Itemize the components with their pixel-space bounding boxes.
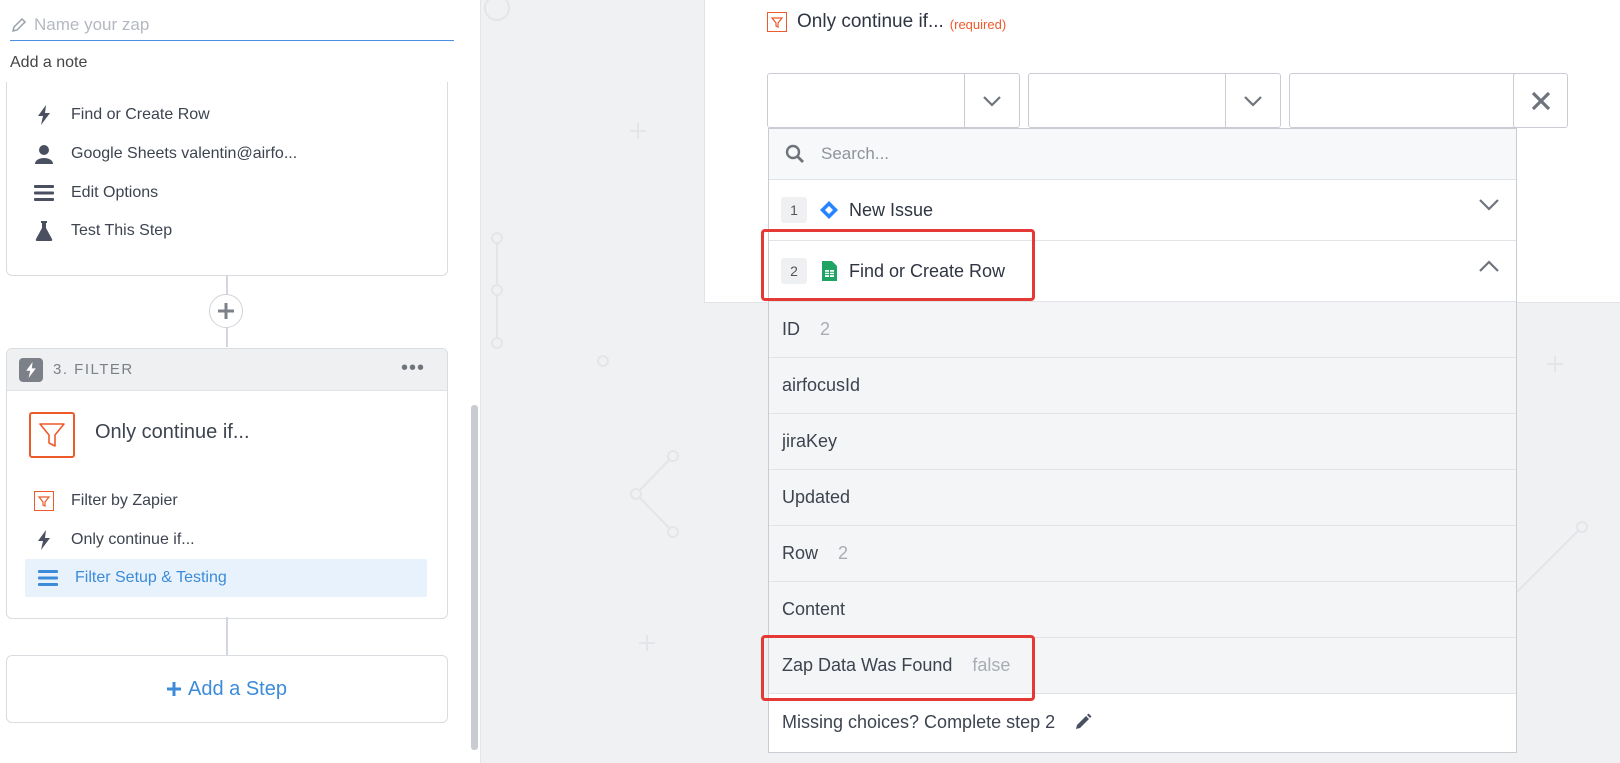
close-icon: [1531, 91, 1550, 110]
dropdown-option[interactable]: Updated: [769, 470, 1516, 526]
step-3-title: 3. FILTER: [53, 361, 134, 378]
plus-icon: [218, 303, 234, 319]
add-step-button[interactable]: Add a Step: [6, 655, 448, 723]
filter-icon: [33, 490, 55, 512]
step-3-menu-item-selected[interactable]: Filter Setup & Testing: [25, 559, 427, 597]
option-key: Content: [782, 599, 846, 619]
dropdown-option[interactable]: Row 2: [769, 526, 1516, 582]
user-icon: [33, 143, 55, 165]
chevron-down-icon[interactable]: [964, 74, 1019, 127]
step-menu-label: Test This Step: [71, 222, 173, 239]
step-3-app-title: Only continue if...: [95, 421, 250, 443]
dropdown-option[interactable]: Zap Data Was Found false: [769, 638, 1516, 694]
list-icon: [33, 182, 55, 204]
missing-choices-label: Missing choices? Complete step 2: [782, 711, 1056, 732]
dropdown-option[interactable]: jiraKey: [769, 414, 1516, 470]
bolt-icon: [19, 357, 43, 382]
dropdown-search[interactable]: [769, 129, 1516, 180]
search-input[interactable]: [819, 143, 1423, 165]
field-picker-dropdown: 1 New Issue 2 Find or Create Row ID 2 ai: [768, 128, 1517, 753]
zap-name-input[interactable]: [32, 14, 436, 36]
dropdown-option[interactable]: ID 2: [769, 302, 1516, 358]
chevron-down-icon[interactable]: [1225, 74, 1280, 127]
option-key: Updated: [782, 487, 851, 507]
option-sample-value: 2: [820, 319, 831, 339]
filter-icon: [767, 12, 787, 32]
filter-panel-header: Only continue if... (required): [767, 11, 1006, 33]
step-3-menu-item[interactable]: Filter by Zapier: [33, 483, 178, 519]
step-2-menu-item[interactable]: Find or Create Row: [33, 97, 210, 133]
bolt-icon: [33, 529, 55, 551]
option-key: Row: [782, 543, 819, 563]
zap-name-field[interactable]: [10, 10, 454, 41]
missing-choices-row[interactable]: Missing choices? Complete step 2: [769, 694, 1516, 750]
chevron-down-icon: [1478, 198, 1500, 217]
step-2-menu-item[interactable]: Google Sheets valentin@airfo...: [33, 136, 297, 172]
dropdown-step-2[interactable]: 2 Find or Create Row: [769, 241, 1516, 302]
required-label: (required): [949, 16, 1007, 32]
steps-list: Find or Create Row Google Sheets valenti…: [0, 82, 480, 763]
step-menu-label: Google Sheets valentin@airfo...: [71, 145, 298, 162]
step-menu-label: Edit Options: [71, 184, 159, 201]
step-connector: [226, 617, 228, 655]
editor-sidebar: Add a note Find or Create Row Google She…: [0, 0, 481, 763]
filter-panel-title: Only continue if...: [797, 11, 944, 32]
sidebar-scrollbar[interactable]: [471, 405, 478, 750]
flask-icon: [33, 220, 55, 242]
pencil-icon[interactable]: [1073, 712, 1093, 732]
jira-diamond-icon: [819, 200, 839, 220]
option-sample-value: false: [972, 655, 1011, 675]
dropdown-option[interactable]: airfocusId: [769, 358, 1516, 414]
insert-step-button[interactable]: [209, 294, 243, 328]
option-key: ID: [782, 319, 800, 339]
filter-icon: [29, 412, 75, 458]
step-2-menu-item[interactable]: Test This Step: [33, 213, 172, 249]
bolt-icon: [33, 104, 55, 126]
step-2-card: Find or Create Row Google Sheets valenti…: [6, 82, 448, 276]
plus-icon: [167, 682, 182, 696]
filter-value-input[interactable]: [1289, 73, 1542, 128]
option-key: airfocusId: [782, 375, 861, 395]
dropdown-step-label: Find or Create Row: [849, 260, 1006, 281]
step-menu-label: Only continue if...: [71, 531, 195, 548]
list-icon: [37, 567, 59, 589]
step-number: 2: [781, 258, 807, 284]
step-number: 1: [781, 197, 807, 223]
dropdown-option[interactable]: Content: [769, 582, 1516, 638]
search-icon: [785, 144, 804, 163]
option-key: jiraKey: [782, 431, 838, 451]
add-note-link[interactable]: Add a note: [10, 54, 87, 72]
step-menu-label: Filter Setup & Testing: [75, 569, 227, 586]
step-3-menu-item[interactable]: Only continue if...: [33, 522, 195, 558]
option-key: Zap Data Was Found: [782, 655, 953, 675]
chevron-up-icon: [1478, 259, 1500, 278]
editor-canvas: Only continue if... (required) 1: [480, 0, 1620, 763]
dropdown-step-label: New Issue: [849, 199, 934, 220]
more-options-icon[interactable]: •••: [401, 357, 425, 380]
step-menu-label: Filter by Zapier: [71, 492, 178, 509]
step-3-header[interactable]: 3. FILTER •••: [7, 349, 447, 391]
filter-field-select[interactable]: [767, 73, 1020, 128]
add-step-label: Add a Step: [188, 677, 287, 700]
google-sheets-icon: [819, 261, 839, 281]
remove-rule-button[interactable]: [1513, 73, 1568, 128]
step-menu-label: Find or Create Row: [71, 106, 210, 123]
dropdown-step-1[interactable]: 1 New Issue: [769, 180, 1516, 241]
filter-condition-select[interactable]: [1028, 73, 1281, 128]
option-sample-value: 2: [838, 543, 849, 563]
step-2-menu-item[interactable]: Edit Options: [33, 175, 158, 211]
pencil-icon: [11, 17, 27, 33]
step-3-card: 3. FILTER ••• Only continue if... Filter…: [6, 348, 448, 619]
